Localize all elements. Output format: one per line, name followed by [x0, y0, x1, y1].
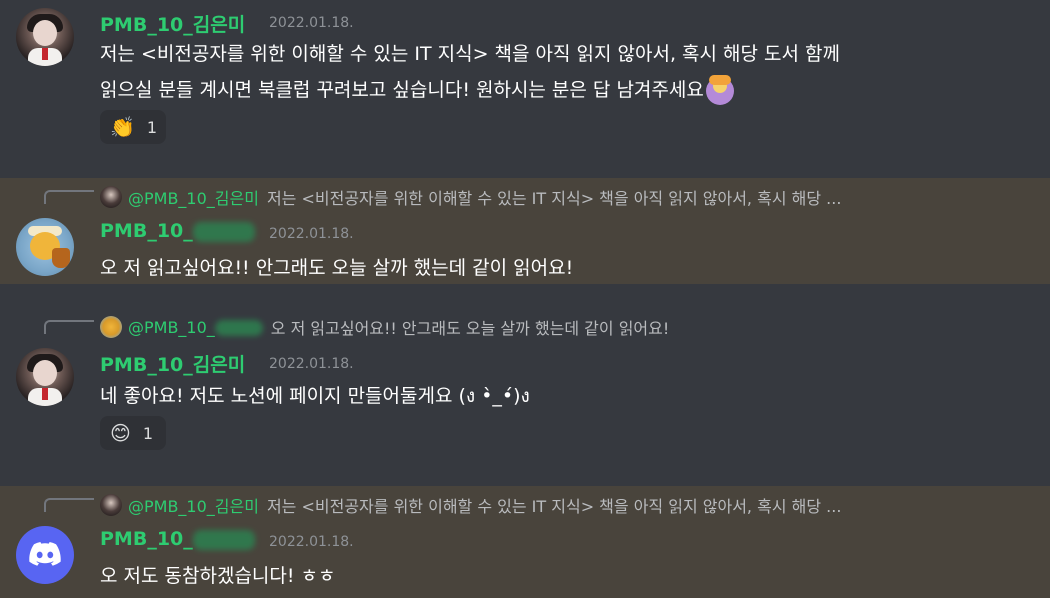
user-avatar[interactable]	[16, 218, 74, 276]
username[interactable]: PMB_10_김은미	[100, 350, 245, 377]
message-line-1: 저는 <비전공자를 위한 이해할 수 있는 IT 지식> 책을 아직 읽지 않아…	[100, 43, 841, 65]
clapping-hands-icon: 👏	[110, 115, 135, 139]
reply-avatar	[100, 494, 122, 516]
message-2: @PMB_10_김은미 저는 <비전공자를 위한 이해할 수 있는 IT 지식>…	[0, 178, 1050, 284]
reply-avatar	[100, 316, 122, 338]
blurred-name	[192, 529, 255, 550]
username[interactable]: PMB_10_	[100, 220, 255, 242]
reply-author[interactable]: @PMB_10_김은미	[128, 493, 259, 517]
reply-author[interactable]: @PMB_10_	[128, 318, 263, 337]
reaction-count: 1	[146, 117, 158, 137]
timestamp: 2022.01.18.	[269, 534, 354, 550]
message-3: @PMB_10_ 오 저 읽고싶어요!! 안그래도 오늘 살까 했는데 같이 읽…	[0, 302, 1050, 468]
discord-logo-icon[interactable]	[16, 526, 74, 584]
reply-text[interactable]: 오 저 읽고싶어요!! 안그래도 오늘 살까 했는데 같이 읽어요!	[271, 315, 670, 339]
reply-text[interactable]: 저는 <비전공자를 위한 이해할 수 있는 IT 지식> 책을 아직 읽지 않아…	[267, 185, 841, 209]
reply-avatar	[100, 186, 122, 208]
reaction-smile[interactable]: 😊 1	[100, 416, 166, 450]
message-line-1: 네 좋아요! 저도 노션에 페이지 만들어둘게요 (ง •̀_•́)ง	[100, 385, 530, 407]
timestamp: 2022.01.18.	[269, 226, 354, 242]
message-line-2: 읽으실 분들 계시면 북클럽 꾸려보고 싶습니다! 원하시는 분은 답 남겨주세…	[100, 72, 734, 108]
timestamp: 2022.01.18.	[269, 356, 354, 372]
reply-preview[interactable]: @PMB_10_김은미 저는 <비전공자를 위한 이해할 수 있는 IT 지식>…	[100, 185, 841, 209]
message-4: @PMB_10_김은미 저는 <비전공자를 위한 이해할 수 있는 IT 지식>…	[0, 486, 1050, 598]
reply-text[interactable]: 저는 <비전공자를 위한 이해할 수 있는 IT 지식> 책을 아직 읽지 않아…	[267, 493, 841, 517]
blurred-name	[214, 320, 263, 336]
smiling-face-icon: 😊	[110, 421, 131, 445]
reply-spine	[44, 498, 94, 512]
reply-spine	[44, 320, 94, 334]
reply-preview[interactable]: @PMB_10_ 오 저 읽고싶어요!! 안그래도 오늘 살까 했는데 같이 읽…	[100, 315, 669, 339]
person-gesturing-ok-icon	[705, 74, 734, 105]
username[interactable]: PMB_10_김은미	[100, 10, 245, 37]
message-1: PMB_10_김은미 2022.01.18. 저는 <비전공자를 위한 이해할 …	[0, 0, 1050, 160]
reply-author[interactable]: @PMB_10_김은미	[128, 185, 259, 209]
timestamp: 2022.01.18.	[269, 15, 354, 31]
user-avatar[interactable]	[16, 348, 74, 406]
reply-spine	[44, 190, 94, 204]
user-avatar[interactable]	[16, 8, 74, 66]
message-line-1: 오 저도 동참하겠습니다! ㅎㅎ	[100, 565, 336, 587]
reaction-count: 1	[142, 423, 154, 443]
reply-preview[interactable]: @PMB_10_김은미 저는 <비전공자를 위한 이해할 수 있는 IT 지식>…	[100, 493, 841, 517]
reaction-clap[interactable]: 👏 1	[100, 110, 166, 144]
message-line-1: 오 저 읽고싶어요!! 안그래도 오늘 살까 했는데 같이 읽어요!	[100, 257, 574, 279]
blurred-name	[192, 221, 255, 242]
username[interactable]: PMB_10_	[100, 528, 255, 550]
